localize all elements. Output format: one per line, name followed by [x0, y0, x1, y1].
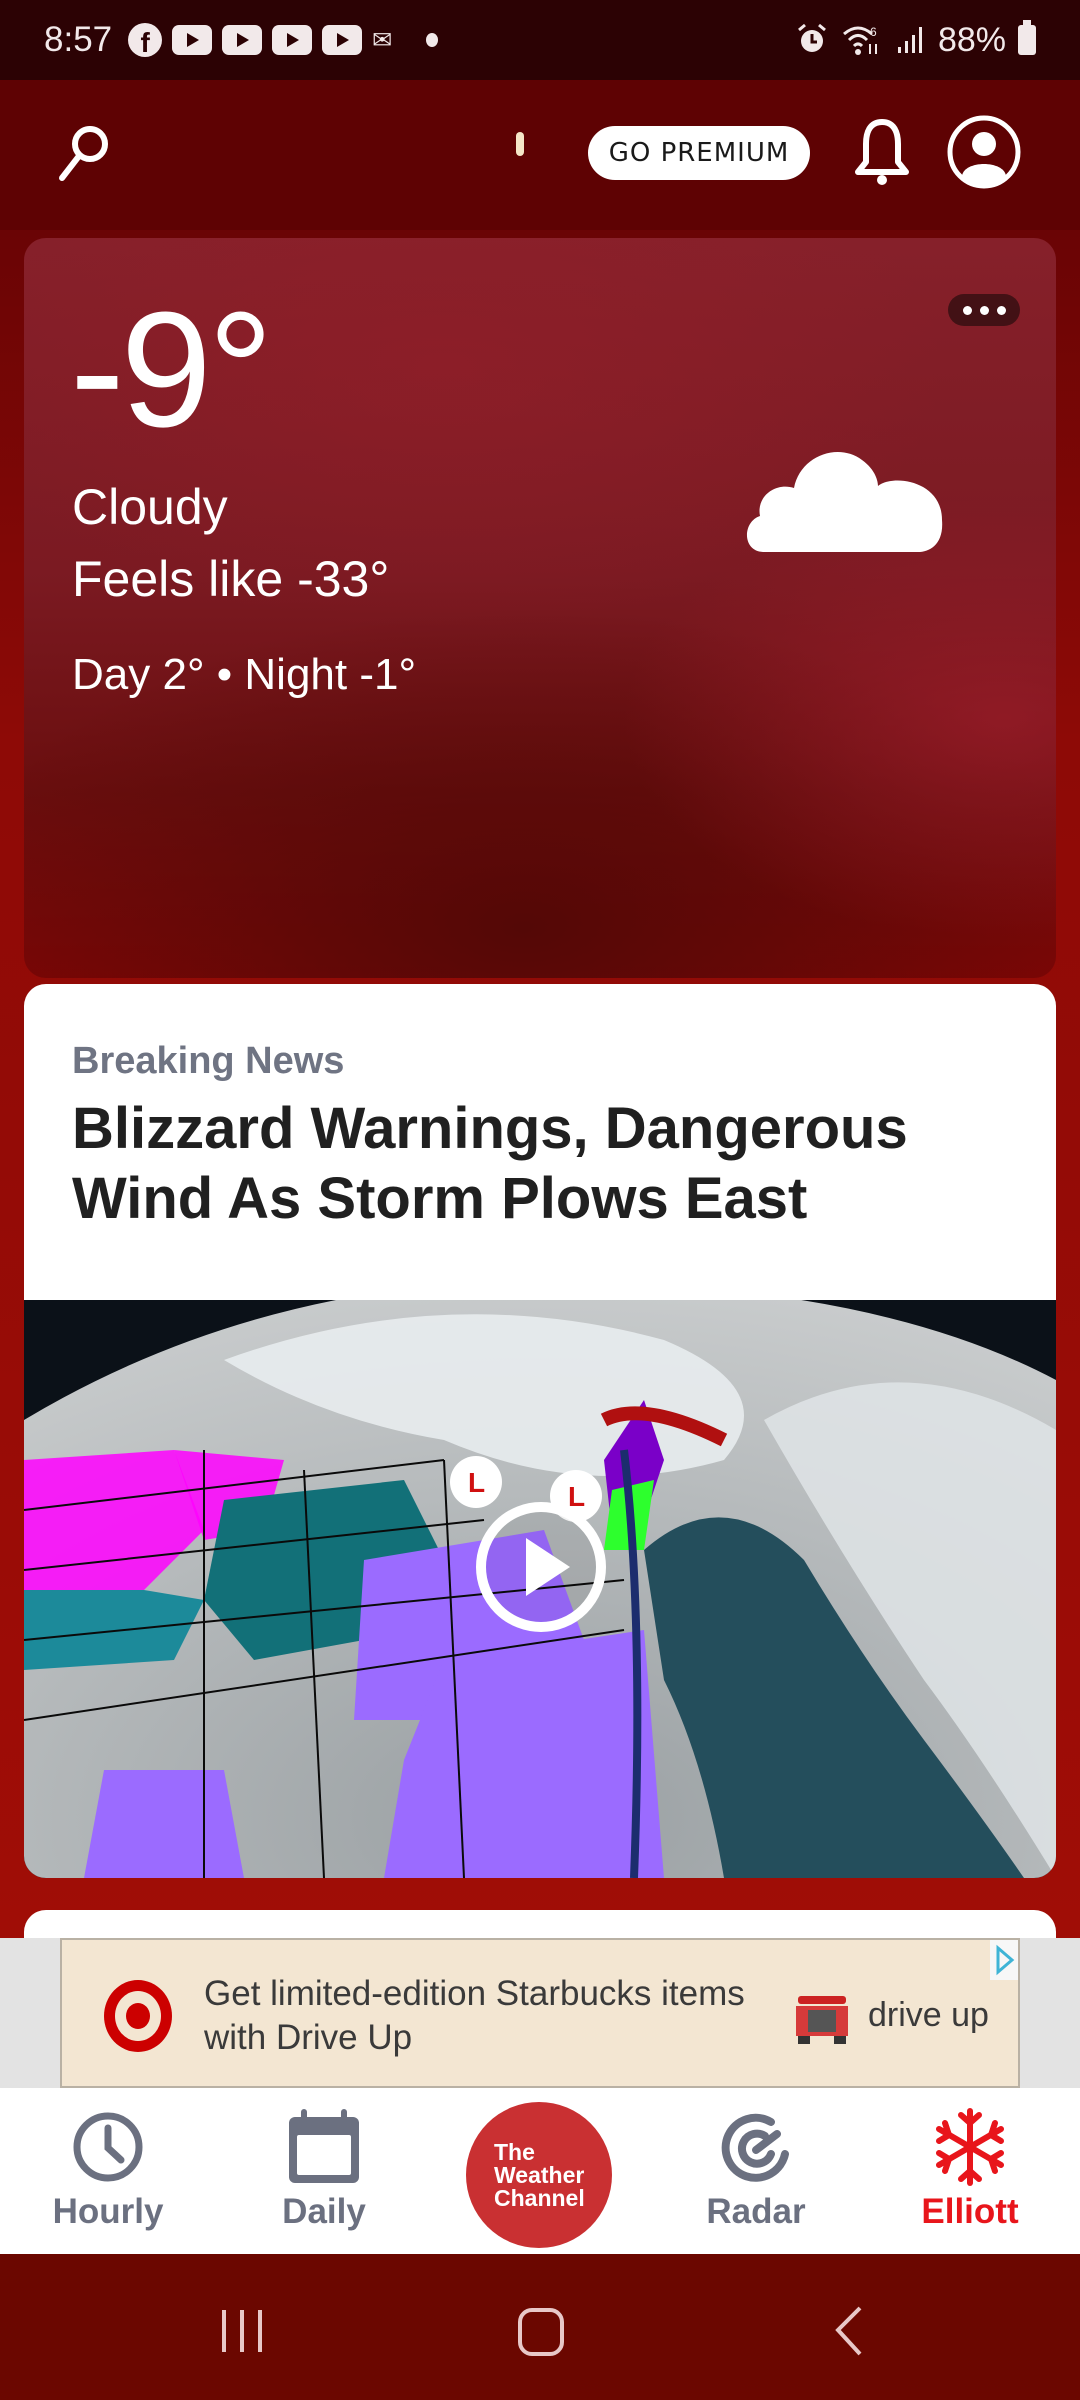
- snowflake-icon: [936, 2108, 1004, 2186]
- cloud-icon: [746, 452, 943, 552]
- signal-icon: [897, 27, 922, 53]
- more-horizontal-icon: [962, 305, 972, 315]
- target-logo-icon: [104, 1980, 172, 2052]
- facebook-icon: f: [128, 23, 163, 57]
- play-icon[interactable]: [474, 1500, 608, 1634]
- voicemail-icon: ✉: [372, 26, 393, 54]
- battery-icon: [1018, 20, 1036, 55]
- youtube-icon: [272, 25, 313, 55]
- youtube-icon: [222, 25, 263, 55]
- bell-icon[interactable]: [852, 118, 912, 186]
- alarm-icon: [797, 23, 826, 52]
- twc-logo-button[interactable]: The Weather Channel: [466, 2102, 612, 2248]
- twc-logo-line: Channel: [494, 2184, 585, 2211]
- recent-apps-icon[interactable]: [218, 2306, 268, 2356]
- nav-label-daily: Daily: [282, 2192, 366, 2231]
- bottom-navigation: Hourly Daily The Weather Channel Radar E…: [0, 2088, 1080, 2254]
- go-premium-button[interactable]: GO PREMIUM: [588, 126, 810, 180]
- back-icon[interactable]: [828, 2306, 868, 2356]
- calendar-icon: [289, 2109, 359, 2183]
- nav-item-radar[interactable]: Radar: [686, 2088, 826, 2254]
- drive-up-car-icon: [796, 1996, 848, 2044]
- nav-item-elliott[interactable]: Elliott: [900, 2088, 1040, 2254]
- news-video-thumbnail[interactable]: L L: [24, 1300, 1056, 1878]
- current-conditions-card[interactable]: -9° Cloudy Feels like -33° Day 2° • Nigh…: [24, 238, 1056, 978]
- adchoices-icon[interactable]: [990, 1940, 1018, 1980]
- system-navigation-bar: [0, 2254, 1080, 2400]
- ad-text: Get limited-edition Starbucks items with…: [204, 1974, 745, 2057]
- loading-indicator: [516, 132, 524, 156]
- app-bar: GO PREMIUM: [0, 80, 1080, 230]
- feels-like-text: Feels like -33°: [72, 551, 390, 607]
- ad-banner[interactable]: Get limited-edition Starbucks items with…: [60, 1938, 1020, 2088]
- current-temperature: -9°: [70, 278, 273, 461]
- more-options-button[interactable]: [948, 294, 1020, 326]
- news-headline[interactable]: Blizzard Warnings, Dangerous Wind As Sto…: [72, 1094, 1012, 1234]
- ad-banner-container: Get limited-edition Starbucks items with…: [0, 1938, 1080, 2088]
- breaking-news-card[interactable]: Breaking News Blizzard Warnings, Dangero…: [24, 984, 1056, 1878]
- clock-icon: [73, 2112, 143, 2182]
- radar-icon: [721, 2113, 789, 2182]
- nav-item-hourly[interactable]: Hourly: [38, 2088, 178, 2254]
- twc-logo-line: Weather: [494, 2161, 585, 2188]
- nav-label-elliott: Elliott: [921, 2192, 1019, 2231]
- svg-text:6: 6: [870, 25, 877, 39]
- svg-text:L: L: [468, 1467, 485, 1498]
- nav-label-hourly: Hourly: [52, 2192, 164, 2231]
- dot-icon: [426, 33, 439, 47]
- status-time: 8:57: [44, 20, 113, 59]
- nav-label-radar: Radar: [706, 2192, 806, 2231]
- twc-logo-line: The: [494, 2138, 535, 2165]
- youtube-icon: [172, 25, 213, 55]
- ad-cta: drive up: [868, 1996, 989, 2034]
- account-icon[interactable]: [946, 114, 1022, 190]
- home-icon[interactable]: [516, 2306, 566, 2356]
- news-kicker: Breaking News: [72, 1040, 345, 1082]
- condition-text: Cloudy: [72, 479, 228, 535]
- youtube-icon: [322, 25, 363, 55]
- search-icon[interactable]: [52, 120, 116, 184]
- day-night-temps: Day 2° • Night -1°: [72, 650, 417, 699]
- status-bar: 8:57 f ✉ 6 88%: [0, 0, 1080, 80]
- nav-item-daily[interactable]: Daily: [254, 2088, 394, 2254]
- battery-percent: 88%: [937, 20, 1006, 59]
- wifi-6-icon: 6: [842, 25, 877, 55]
